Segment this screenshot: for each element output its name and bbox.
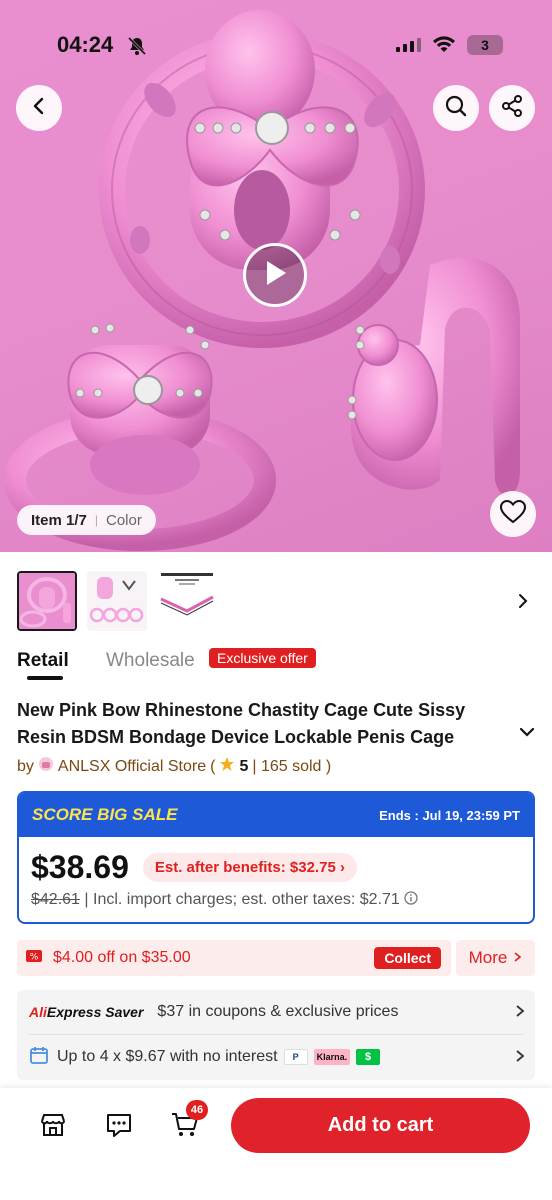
wishlist-button[interactable] <box>490 491 536 537</box>
rating-open-paren: ( <box>210 757 216 775</box>
sale-header: SCORE BIG SALE Ends : Jul 19, 23:59 PT <box>19 793 533 837</box>
battery-icon: 3 <box>467 35 503 55</box>
collect-button[interactable]: Collect <box>374 947 441 969</box>
klarna-icon: Klarna. <box>313 1049 351 1065</box>
info-icon[interactable] <box>404 891 418 908</box>
gallery-counter[interactable]: Item 1/7 | Color <box>17 505 156 535</box>
price-row: $38.69 Est. after benefits: $32.75 › <box>31 849 357 886</box>
sold-count: | 165 sold ) <box>252 757 332 775</box>
rating-value: 5 <box>239 757 249 775</box>
item-counter: Item 1/7 <box>31 511 87 529</box>
coupon-text: $4.00 off on $35.00 <box>53 949 191 966</box>
calendar-icon <box>29 1045 49 1070</box>
benefits-panel: AliExpress Saver $37 in coupons & exclus… <box>17 990 535 1080</box>
thumbnail-strip <box>17 571 217 631</box>
coupon-icon: % <box>25 949 43 968</box>
original-price: $42.61 <box>31 891 80 908</box>
product-image[interactable]: 04:24 3 Item 1/7 | Color <box>0 0 552 552</box>
aliexpress-saver-logo: AliExpress Saver <box>29 1004 144 1020</box>
play-icon <box>262 259 288 292</box>
thumbnail-2[interactable] <box>87 571 147 631</box>
heart-icon <box>499 499 527 529</box>
counter-separator: | <box>94 513 98 527</box>
wifi-icon <box>432 36 456 59</box>
coupon-banner[interactable]: % $4.00 off on $35.00 Collect <box>17 940 451 976</box>
status-bar: 04:24 3 <box>0 30 552 60</box>
sale-price-card: SCORE BIG SALE Ends : Jul 19, 23:59 PT $… <box>17 791 535 924</box>
search-button[interactable] <box>433 85 479 131</box>
installment-row[interactable]: Up to 4 x $9.67 with no interest P Klarn… <box>17 1035 535 1079</box>
tab-active-indicator <box>27 676 63 680</box>
benefit-chevron-icon: › <box>339 859 345 876</box>
store-name: ANLSX Official Store <box>57 757 207 775</box>
share-icon <box>500 94 524 123</box>
current-price: $38.69 <box>31 849 129 885</box>
store-info[interactable]: by ANLSX Official Store ( 5 | 165 sold ) <box>17 756 331 777</box>
signal-icon <box>396 38 422 57</box>
back-icon <box>29 96 49 121</box>
thumbnail-1[interactable] <box>17 571 77 631</box>
benefit-price: Est. after benefits: $32.75 <box>154 859 336 876</box>
svg-text:%: % <box>30 952 39 962</box>
status-time: 04:24 <box>57 32 114 57</box>
store-logo-icon <box>38 756 54 777</box>
message-icon[interactable] <box>104 1110 134 1145</box>
benefit-price-pill[interactable]: Est. after benefits: $32.75 › <box>142 853 357 882</box>
cart-count-badge: 46 <box>186 1100 208 1120</box>
more-label: More <box>468 948 508 967</box>
exclusive-offer-badge: Exclusive offer <box>209 648 316 668</box>
sale-ends: Ends : Jul 19, 23:59 PT <box>379 807 520 823</box>
paypal-icon: P <box>283 1049 308 1065</box>
thumbnail-3[interactable] <box>157 571 217 631</box>
tab-retail[interactable]: Retail <box>17 650 69 672</box>
installment-text: Up to 4 x $9.67 with no interest <box>57 1048 278 1065</box>
search-icon <box>444 94 468 123</box>
installment-chevron-icon <box>515 1049 525 1068</box>
play-video-button[interactable] <box>243 243 307 307</box>
tax-note: | Incl. import charges; est. other taxes… <box>84 891 400 908</box>
add-to-cart-button[interactable]: Add to cart <box>231 1098 530 1153</box>
saver-chevron-icon <box>515 1004 525 1023</box>
more-coupons-button[interactable]: More <box>456 940 535 976</box>
saver-text: $37 in coupons & exclusive prices <box>157 1003 399 1020</box>
cashapp-icon: $ <box>356 1049 381 1065</box>
store-icon[interactable] <box>38 1110 68 1145</box>
star-icon <box>219 756 235 777</box>
product-title[interactable]: New Pink Bow Rhinestone Chastity Cage Cu… <box>17 697 515 751</box>
price-details: $42.61 | Incl. import charges; est. othe… <box>31 891 418 909</box>
color-label: Color <box>106 511 142 529</box>
store-prefix: by <box>17 757 34 775</box>
back-button[interactable] <box>16 85 62 131</box>
saver-row[interactable]: AliExpress Saver $37 in coupons & exclus… <box>17 990 535 1034</box>
tab-wholesale[interactable]: Wholesale <box>106 650 195 672</box>
share-button[interactable] <box>489 85 535 131</box>
expand-title-chevron-down-icon[interactable] <box>518 725 536 744</box>
thumbnails-chevron-right-icon[interactable] <box>516 592 530 615</box>
more-chevron-icon <box>513 948 522 968</box>
sale-name: SCORE BIG SALE <box>32 805 178 824</box>
bell-slash-icon <box>127 36 147 61</box>
